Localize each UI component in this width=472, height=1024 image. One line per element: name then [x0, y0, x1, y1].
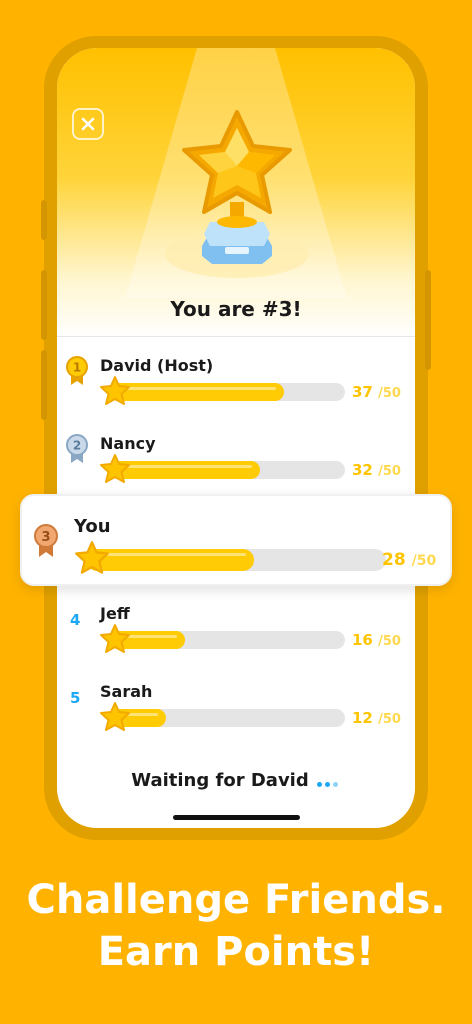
progress-fill [86, 549, 254, 571]
player-name: Jeff [100, 604, 130, 623]
current-user-row: 3 You 28 /50 [20, 494, 452, 586]
score-value: 12 [352, 709, 373, 727]
rank-number: 4 [70, 611, 81, 629]
close-icon [81, 117, 95, 131]
svg-text:3: 3 [41, 530, 50, 545]
svg-text:1: 1 [73, 361, 81, 375]
marketing-tagline: Challenge Friends. Earn Points! [0, 874, 472, 978]
player-name: Sarah [100, 682, 153, 701]
player-name: Nancy [100, 434, 156, 453]
tagline-line-2: Earn Points! [97, 929, 375, 975]
bronze-medal-icon: 3 [34, 524, 58, 557]
leaderboard-row: 5 Sarah 12 /50 [57, 682, 415, 742]
trophy-icon [165, 110, 309, 278]
score-max: /50 [378, 464, 401, 479]
score-label: 37 /50 [352, 383, 401, 401]
star-icon [100, 454, 130, 483]
score-value: 28 [382, 550, 406, 570]
star-icon [100, 702, 130, 731]
silver-medal-icon: 2 [66, 434, 88, 463]
score-label: 28 /50 [382, 550, 436, 570]
score-label: 16 /50 [352, 631, 401, 649]
waiting-text: Waiting for David [131, 770, 309, 791]
waiting-status: Waiting for David [57, 770, 415, 792]
phone-side-button [41, 200, 47, 240]
score-max: /50 [411, 553, 437, 569]
progress-bar [109, 709, 345, 727]
player-name: David (Host) [100, 356, 214, 375]
progress-fill [109, 461, 261, 479]
leaderboard-row: 4 Jeff 16 /50 [57, 604, 415, 664]
leaderboard-row: 1 David (Host) 37 /50 [57, 356, 415, 416]
leaderboard-row: 2 Nancy 32 /50 [57, 434, 415, 494]
progress-fill [109, 383, 284, 401]
progress-bar [109, 461, 345, 479]
score-label: 12 /50 [352, 709, 401, 727]
tagline-line-1: Challenge Friends. [26, 877, 446, 923]
score-value: 37 [352, 383, 373, 401]
divider [57, 336, 415, 337]
score-value: 32 [352, 461, 373, 479]
progress-bar [86, 549, 386, 571]
score-label: 32 /50 [352, 461, 401, 479]
app-screen: You are #3! 1 David (Host) 37 /50 2 Nanc… [57, 48, 415, 828]
score-max: /50 [378, 386, 401, 401]
star-icon [75, 541, 109, 574]
loading-dots-icon [316, 771, 341, 792]
progress-bar [109, 383, 345, 401]
progress-bar [109, 631, 345, 649]
phone-side-button [425, 270, 431, 370]
close-button[interactable] [72, 108, 104, 140]
phone-side-button [41, 270, 47, 340]
rank-number: 5 [70, 689, 81, 707]
score-max: /50 [378, 712, 401, 727]
star-icon [100, 376, 130, 405]
page-title: You are #3! [170, 297, 302, 321]
star-icon [100, 624, 130, 653]
phone-side-button [41, 350, 47, 420]
score-max: /50 [378, 634, 401, 649]
score-value: 16 [352, 631, 373, 649]
gold-medal-icon: 1 [66, 356, 88, 385]
svg-text:2: 2 [73, 439, 81, 453]
home-indicator[interactable] [173, 815, 300, 820]
player-name: You [74, 516, 111, 537]
